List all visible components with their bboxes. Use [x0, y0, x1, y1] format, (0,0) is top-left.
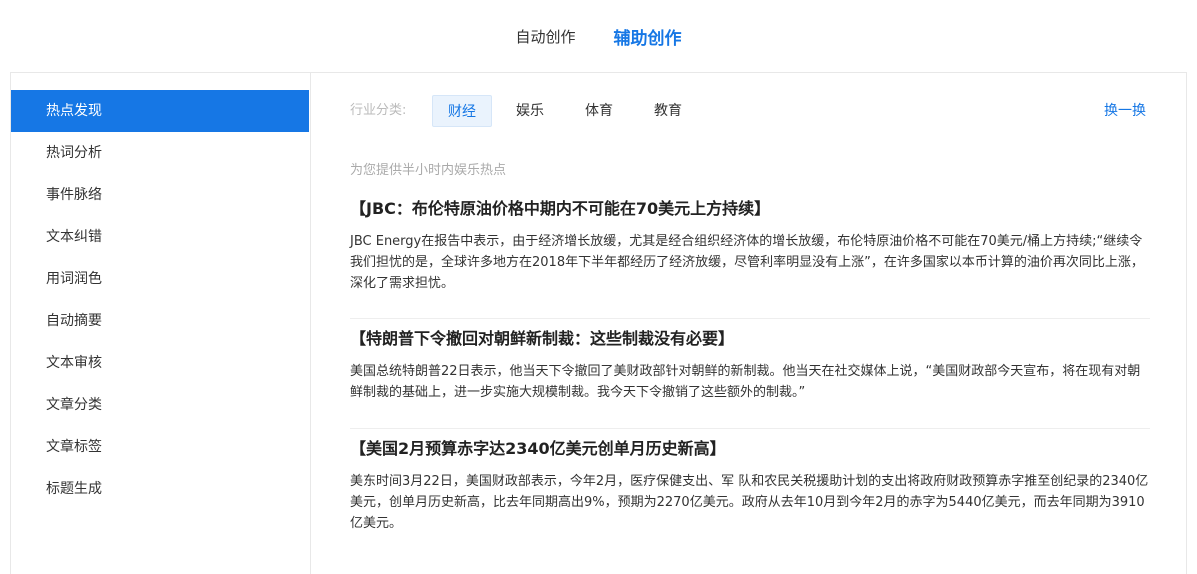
sidebar-item-article-classify[interactable]: 文章分类: [11, 384, 309, 426]
article-item[interactable]: 【美国2月预算赤字达2340亿美元创单月历史新高】 美东时间3月22日，美国财政…: [350, 439, 1150, 534]
sidebar-item-article-tags[interactable]: 文章标签: [11, 426, 309, 468]
sidebar-item-wording-polish[interactable]: 用词润色: [11, 258, 309, 300]
article-divider: [350, 318, 1150, 319]
top-tab-bar: 自动创作 辅助创作: [0, 0, 1197, 72]
sidebar-item-title-generation[interactable]: 标题生成: [11, 468, 309, 510]
article-body: JBC Energy在报告中表示，由于经济增长放缓，尤其是经合组织经济体的增长放…: [350, 234, 1144, 291]
category-education[interactable]: 教育: [638, 95, 698, 127]
main-panel: 行业分类: 财经 娱乐 体育 教育 换一换 为您提供半小时内娱乐热点 【JBC：…: [310, 73, 1186, 574]
content-frame: 热点发现 热词分析 事件脉络 文本纠错 用词润色 自动摘要 文本审核 文章分类 …: [10, 72, 1187, 574]
article-title[interactable]: 【特朗普下令撤回对朝鲜新制裁：这些制裁没有必要】: [350, 329, 1150, 349]
tab-auto-create[interactable]: 自动创作: [515, 26, 575, 47]
sidebar-item-hotword-analysis[interactable]: 热词分析: [11, 132, 309, 174]
category-finance[interactable]: 财经: [432, 95, 492, 127]
article-item[interactable]: 【特朗普下令撤回对朝鲜新制裁：这些制裁没有必要】 美国总统特朗普22日表示，他当…: [350, 329, 1150, 403]
filter-label: 行业分类:: [350, 103, 407, 118]
article-title[interactable]: 【JBC：布伦特原油价格中期内不可能在70美元上方持续】: [350, 199, 1150, 219]
category-entertainment[interactable]: 娱乐: [500, 95, 560, 127]
sidebar-item-event-timeline[interactable]: 事件脉络: [11, 174, 309, 216]
article-item[interactable]: 【JBC：布伦特原油价格中期内不可能在70美元上方持续】 JBC Energy在…: [350, 199, 1150, 294]
sidebar-item-auto-summary[interactable]: 自动摘要: [11, 300, 309, 342]
sidebar-item-text-correction[interactable]: 文本纠错: [11, 216, 309, 258]
category-sports[interactable]: 体育: [569, 95, 629, 127]
refresh-link[interactable]: 换一换: [1104, 95, 1146, 127]
section-subtitle: 为您提供半小时内娱乐热点: [350, 163, 507, 178]
article-body: 美国总统特朗普22日表示，他当天下令撤回了美财政部针对朝鲜的新制裁。他当天在社交…: [350, 364, 1141, 400]
sidebar-item-text-review[interactable]: 文本审核: [11, 342, 309, 384]
article-title[interactable]: 【美国2月预算赤字达2340亿美元创单月历史新高】: [350, 439, 1150, 459]
article-body: 美东时间3月22日，美国财政部表示，今年2月，医疗保健支出、军 队和农民关税援助…: [350, 474, 1149, 531]
category-filter: 行业分类: 财经 娱乐 体育 教育 换一换: [350, 95, 1146, 127]
tab-assist-create[interactable]: 辅助创作: [614, 24, 682, 49]
sidebar-item-hotspot[interactable]: 热点发现: [11, 90, 309, 132]
sidebar: 热点发现 热词分析 事件脉络 文本纠错 用词润色 自动摘要 文本审核 文章分类 …: [11, 73, 311, 574]
article-divider: [350, 428, 1150, 429]
